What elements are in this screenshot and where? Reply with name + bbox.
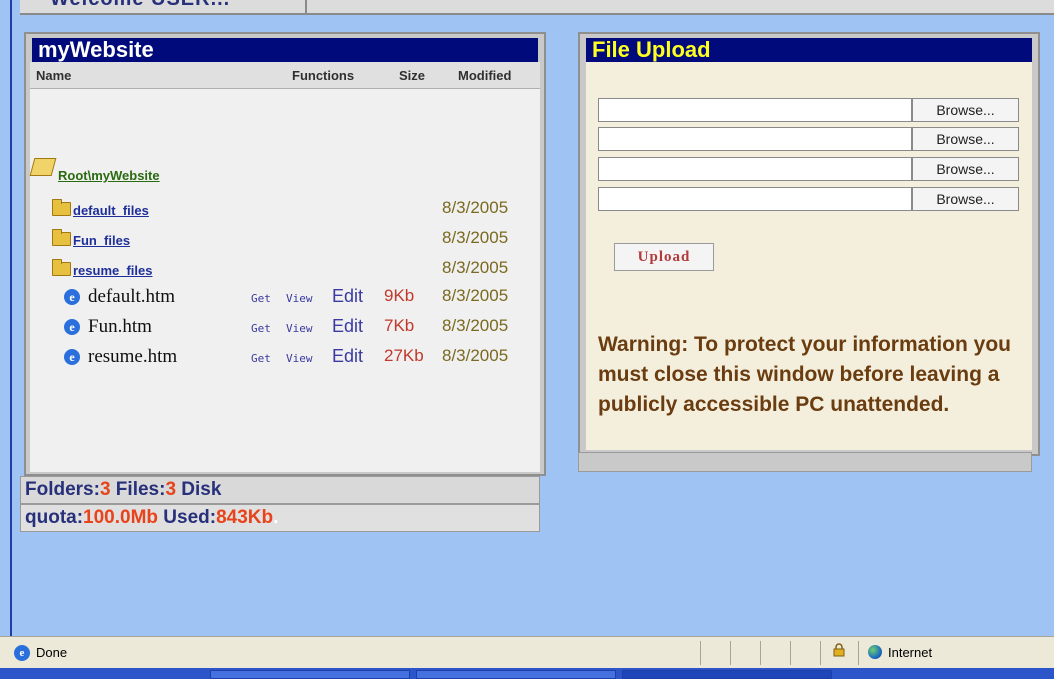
taskbar-item[interactable] [210,670,410,679]
ie-page-icon: e [64,319,80,335]
root-row: Root\myWebsite [29,158,540,192]
edit-link[interactable]: Edit [332,286,363,307]
folder-icon [52,259,71,276]
folders-count: 3 [99,479,111,500]
welcome-label: Welcome USER... [50,0,230,11]
upload-button[interactable]: Upload [614,243,714,271]
edit-link[interactable]: Edit [332,316,363,337]
disk-quota: quota:100.0Mb Used:843Kb. [25,505,278,531]
edit-link[interactable]: Edit [332,346,363,367]
view-link[interactable]: View [286,292,313,305]
browse-button-3[interactable]: Browse... [912,157,1019,181]
folder-link[interactable]: resume_files [73,263,153,278]
security-warning: Warning: To protect your information you… [598,333,1011,416]
status-divider [700,641,701,665]
ie-page-icon: e [64,289,80,305]
welcome-bar: Welcome USER... [20,0,1054,15]
status-text: Done [36,645,68,660]
view-link[interactable]: View [286,322,313,335]
welcome-bar-cell: Welcome USER... [20,0,307,13]
root-link[interactable]: Root\myWebsite [58,168,160,183]
folders-label: Folders: [25,479,100,500]
file-size: 27Kb [384,346,424,365]
file-row: e default.htm Get View Edit 9Kb 8/3/2005 [30,284,540,310]
column-name[interactable]: Name [36,68,71,83]
files-label: Files: [110,479,166,500]
disk-label: Disk [176,479,222,500]
file-input-2[interactable] [598,127,912,151]
file-modified: 8/3/2005 [442,286,509,305]
get-link[interactable]: Get [251,352,271,365]
status-divider [790,641,791,665]
quota-value: 100.0Mb [83,507,159,528]
quota-line-1: Folders:3 Files:3 Disk [20,476,540,504]
files-count: 3 [165,479,177,500]
open-folder-icon [29,158,57,176]
column-modified[interactable]: Modified [458,68,511,83]
ie-page-icon: e [64,349,80,365]
file-browser-title: myWebsite [32,38,538,62]
quota-period: . [273,507,279,528]
browse-button-4[interactable]: Browse... [912,187,1019,211]
file-list-header: Name Functions Size Modified [30,62,540,89]
lock-icon[interactable] [832,643,846,657]
taskbar [0,668,1054,679]
file-list: Name Functions Size Modified Root\myWebs… [29,62,540,472]
file-upload-title: File Upload [586,38,1032,62]
status-divider [760,641,761,665]
file-name[interactable]: default.htm [88,286,175,308]
file-row: e Fun.htm Get View Edit 7Kb 8/3/2005 [30,314,540,340]
folder-icon [52,199,71,216]
get-link[interactable]: Get [251,322,271,335]
get-link[interactable]: Get [251,292,271,305]
taskbar-item[interactable] [416,670,616,679]
used-label: Used: [158,507,217,528]
folder-modified: 8/3/2005 [442,258,509,277]
view-link[interactable]: View [286,352,313,365]
upload-panel-footer [578,452,1032,472]
folder-icon [52,229,71,246]
quota-label: quota: [25,507,84,528]
upload-form: Browse... Browse... Browse... Browse... … [586,62,1032,450]
file-name[interactable]: Fun.htm [88,316,152,338]
file-modified: 8/3/2005 [442,316,509,335]
file-size: 7Kb [384,316,415,335]
folder-link[interactable]: Fun_files [73,233,130,248]
status-divider [820,641,821,665]
status-divider [730,641,731,665]
folder-row: default_files 8/3/2005 [30,196,540,222]
column-size[interactable]: Size [399,68,425,83]
folder-modified: 8/3/2005 [442,198,509,217]
status-divider [858,641,859,665]
file-modified: 8/3/2005 [442,346,509,365]
browse-button-1[interactable]: Browse... [912,98,1019,122]
used-value: 843Kb [216,507,274,528]
window-left-border [0,0,12,636]
folder-row: Fun_files 8/3/2005 [30,226,540,252]
browse-button-2[interactable]: Browse... [912,127,1019,151]
taskbar-item[interactable] [622,670,832,679]
folder-link[interactable]: default_files [73,203,149,218]
file-input-4[interactable] [598,187,912,211]
file-row: e resume.htm Get View Edit 27Kb 8/3/2005 [30,344,540,370]
file-size: 9Kb [384,286,415,305]
file-input-1[interactable] [598,98,912,122]
folder-row: resume_files 8/3/2005 [30,256,540,282]
folder-file-count: Folders:3 Files:3 Disk [25,477,221,503]
quota-line-2: quota:100.0Mb Used:843Kb. [20,504,540,532]
folder-modified: 8/3/2005 [442,228,509,247]
quota-summary: Folders:3 Files:3 Disk quota:100.0Mb Use… [20,476,540,534]
ie-page-icon: e [14,645,30,661]
browser-status-bar: e Done Internet [0,636,1054,669]
column-functions[interactable]: Functions [292,68,354,83]
security-zone: Internet [888,645,933,660]
file-input-3[interactable] [598,157,912,181]
globe-icon [868,645,882,659]
file-name[interactable]: resume.htm [88,346,177,368]
